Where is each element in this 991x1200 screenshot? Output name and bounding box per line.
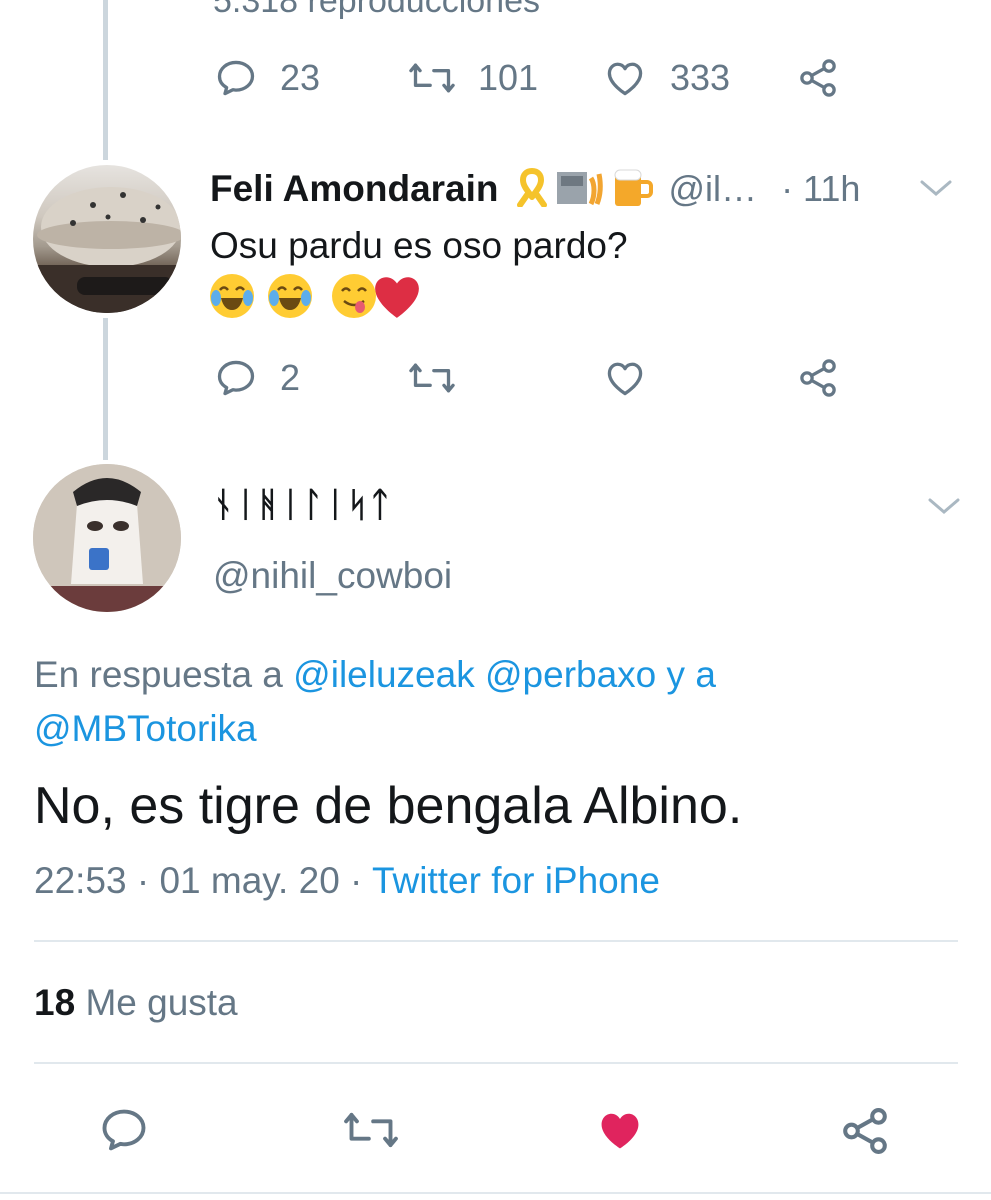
in-reply-prefix: En respuesta a xyxy=(34,654,283,695)
mention-joiner[interactable]: y a xyxy=(667,654,716,695)
tweet-source-link[interactable]: Twitter for iPhone xyxy=(372,860,660,901)
avatar-hat-drawing xyxy=(33,187,181,313)
reply-tweet-reply-button[interactable]: 2 xyxy=(214,356,300,400)
reply-text: Osu pardu es oso pardo? xyxy=(210,225,628,266)
mention-link[interactable]: @ileluzeak xyxy=(293,654,475,695)
reply-author-row: Feli Amondarain @il… · 11h xyxy=(210,166,930,212)
yum-face-emoji-icon xyxy=(332,274,376,318)
reply-icon xyxy=(98,1104,150,1156)
reply-count: 23 xyxy=(280,57,321,98)
reply-display-name[interactable]: Feli Amondarain xyxy=(210,168,499,210)
reply-tweet-like-button[interactable] xyxy=(602,356,648,400)
tears-of-joy-emoji-icon xyxy=(268,274,312,318)
main-handle[interactable]: @nihil_cowboi xyxy=(213,555,452,597)
bottom-divider xyxy=(0,1192,991,1194)
retweet-button[interactable]: 101 xyxy=(406,56,538,100)
flag-icon xyxy=(555,166,605,213)
avatar-nihil[interactable] xyxy=(33,464,181,612)
share-icon xyxy=(838,1104,892,1158)
beer-icon xyxy=(611,166,655,213)
like-button[interactable]: 333 xyxy=(602,56,730,100)
views-count: 5.318 reproducciones xyxy=(213,0,541,20)
in-reply-to: En respuesta a @ileluzeak @perbaxo y a @… xyxy=(34,648,934,756)
retweet-count: 101 xyxy=(478,57,539,98)
tears-of-joy-emoji-icon xyxy=(210,274,254,318)
reply-count: 2 xyxy=(280,357,301,398)
red-heart-icon xyxy=(372,274,422,325)
chevron-down-icon[interactable] xyxy=(926,494,962,523)
reply-tweet-share-button[interactable] xyxy=(796,356,840,400)
main-reply-button[interactable] xyxy=(98,1104,150,1156)
reply-button[interactable]: 23 xyxy=(214,56,320,100)
retweet-icon xyxy=(406,356,458,400)
chevron-down-icon[interactable] xyxy=(918,176,954,205)
reply-emoji-row xyxy=(210,274,422,325)
reply-time: · 11h xyxy=(781,168,861,209)
divider xyxy=(34,940,958,942)
reply-icon xyxy=(214,56,258,100)
mention-link[interactable]: @perbaxo xyxy=(485,654,656,695)
retweet-icon xyxy=(406,56,458,100)
likes-count: 18 xyxy=(34,982,76,1023)
avatar-masked-face-drawing xyxy=(33,464,181,612)
avatar-feli[interactable] xyxy=(33,165,181,313)
thread-line-top xyxy=(103,0,108,160)
main-share-button[interactable] xyxy=(838,1104,892,1158)
heart-icon xyxy=(602,56,648,100)
thread-line-middle xyxy=(103,318,108,460)
heart-icon xyxy=(592,1104,648,1156)
reply-icon xyxy=(214,356,258,400)
tweet-meta: 22:53 · 01 may. 20 · Twitter for iPhone xyxy=(34,860,660,902)
main-display-name[interactable]: ᚾᛁᚻᛁᛚᛁᛋᛏ xyxy=(213,486,392,525)
retweet-icon xyxy=(340,1104,402,1156)
share-icon xyxy=(796,356,840,400)
tweet-timestamp[interactable]: 22:53 · 01 may. 20 · xyxy=(34,860,362,901)
share-button[interactable] xyxy=(796,56,840,100)
reply-handle[interactable]: @il… xyxy=(669,168,758,210)
reply-tweet-retweet-button[interactable] xyxy=(406,356,458,400)
yellow-ribbon-icon xyxy=(515,167,549,212)
likes-summary[interactable]: 18 Me gusta xyxy=(34,982,238,1024)
likes-label: Me gusta xyxy=(85,982,238,1023)
main-like-button[interactable] xyxy=(592,1104,648,1156)
main-retweet-button[interactable] xyxy=(340,1104,402,1156)
divider xyxy=(34,1062,958,1064)
share-icon xyxy=(796,56,840,100)
heart-icon xyxy=(602,356,648,400)
like-count: 333 xyxy=(670,57,731,98)
mention-link[interactable]: @MBTotorika xyxy=(34,708,257,749)
main-tweet-text: No, es tigre de bengala Albino. xyxy=(34,777,743,835)
